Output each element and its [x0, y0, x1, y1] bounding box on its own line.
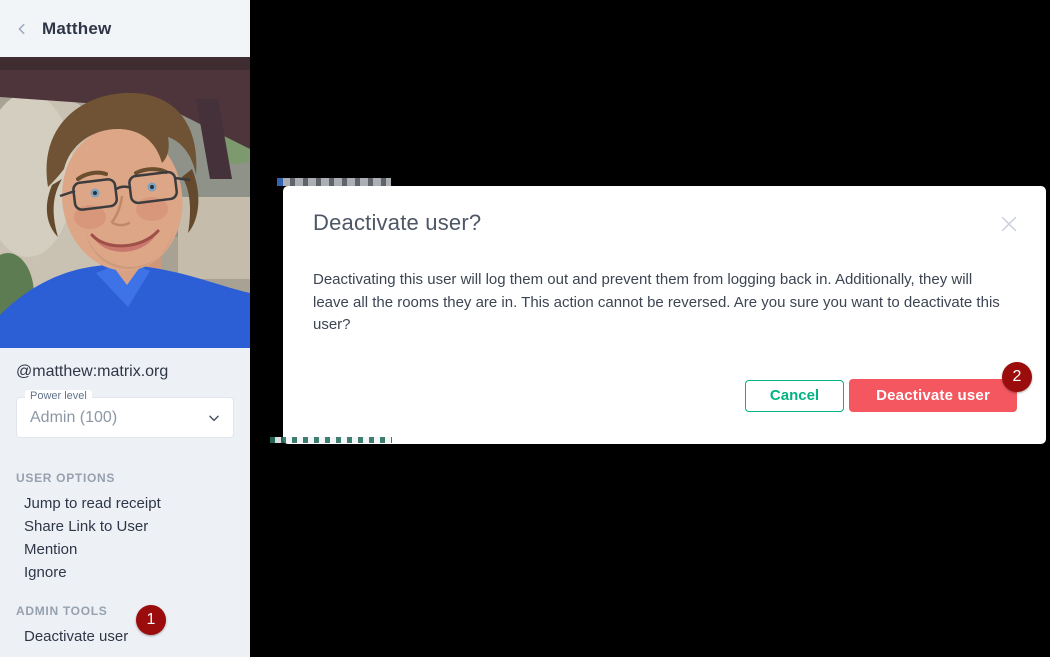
user-id: @matthew:matrix.org	[16, 363, 234, 381]
power-level-value: Admin (100)	[30, 409, 117, 427]
power-level-label: Power level	[25, 390, 92, 402]
dialog-close-button[interactable]	[997, 212, 1021, 236]
app-screen: Matthew	[0, 0, 1050, 657]
close-icon	[998, 213, 1020, 235]
obscured-content-sliver-bottom	[270, 437, 392, 443]
member-header: Matthew	[0, 0, 250, 57]
deactivate-user-button[interactable]: Deactivate user	[849, 379, 1017, 412]
user-option-mention[interactable]: Mention	[0, 538, 250, 561]
deactivate-user-dialog: Deactivate user? Deactivating this user …	[283, 186, 1046, 444]
admin-tool-deactivate-user[interactable]: Deactivate user	[0, 625, 250, 648]
dialog-button-row: Cancel Deactivate user	[745, 379, 1017, 412]
power-level-select[interactable]: Admin (100)	[16, 397, 234, 438]
admin-tools-heading: ADMIN TOOLS	[16, 604, 234, 618]
member-info-sidebar: Matthew	[0, 0, 250, 657]
power-level-field: Power level Admin (100)	[16, 397, 234, 438]
user-option-share-link-to-user[interactable]: Share Link to User	[0, 515, 250, 538]
dialog-title: Deactivate user?	[313, 210, 481, 236]
dialog-body-text: Deactivating this user will log them out…	[313, 269, 1007, 337]
profile-photo	[0, 57, 250, 348]
obscured-content-sliver-top	[277, 178, 391, 186]
user-option-ignore[interactable]: Ignore	[0, 561, 250, 584]
chevron-left-icon	[15, 22, 29, 36]
annotation-step-1-badge: 1	[136, 605, 166, 635]
back-button[interactable]	[13, 20, 31, 38]
cancel-button[interactable]: Cancel	[745, 380, 844, 412]
annotation-step-2-badge: 2	[1002, 362, 1032, 392]
admin-tools-section: ADMIN TOOLS Deactivate user	[0, 604, 250, 648]
user-options-heading: USER OPTIONS	[16, 471, 234, 485]
user-option-jump-to-read-receipt[interactable]: Jump to read receipt	[0, 492, 250, 515]
user-options-section: USER OPTIONS Jump to read receipt Share …	[0, 471, 250, 584]
chevron-down-icon	[207, 411, 221, 425]
member-name: Matthew	[42, 19, 111, 39]
